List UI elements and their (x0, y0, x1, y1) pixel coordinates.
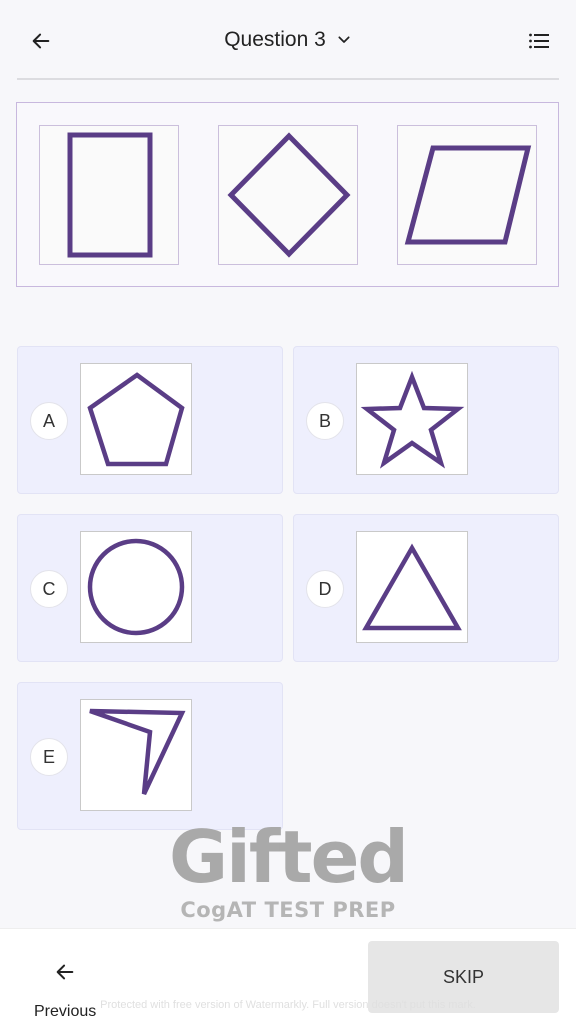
option-c[interactable]: C (17, 514, 283, 662)
option-figure-star (356, 363, 468, 475)
watermark-logo: Gifted (169, 815, 409, 899)
page-title: Question 3 (224, 28, 326, 51)
skip-label: SKIP (442, 966, 485, 987)
chevron-down-icon (338, 36, 350, 43)
option-figure-circle (80, 531, 192, 643)
option-figure-triangle (356, 531, 468, 643)
option-letter: D (306, 570, 344, 608)
option-figure-pentagon (80, 363, 192, 475)
bottom-navigation: Previous SKIP Protected with free versio… (0, 928, 576, 1024)
app-header: Question 3 (0, 0, 576, 80)
header-divider (17, 78, 559, 80)
option-letter: C (30, 570, 68, 608)
question-figure-diamond (218, 125, 358, 265)
list-icon (529, 33, 549, 49)
option-letter: B (306, 402, 344, 440)
option-b[interactable]: B (293, 346, 559, 494)
option-letter: A (30, 402, 68, 440)
option-letter: E (30, 738, 68, 776)
question-figure-parallelogram (397, 125, 537, 265)
option-figure-arrowhead (80, 699, 192, 811)
arrow-left-icon (56, 964, 74, 980)
question-figures-panel (16, 102, 559, 287)
option-e[interactable]: E (17, 682, 283, 830)
question-list-button[interactable] (522, 24, 556, 58)
watermark-subtitle: CogAT TEST PREP (180, 898, 396, 922)
option-a[interactable]: A (17, 346, 283, 494)
option-d[interactable]: D (293, 514, 559, 662)
question-figure-rectangle (39, 125, 179, 265)
watermark-notice: Protected with free version of Watermark… (100, 999, 476, 1011)
question-selector[interactable]: Question 3 (0, 22, 576, 58)
gifted-watermark: Gifted CogAT TEST PREP (168, 815, 409, 930)
